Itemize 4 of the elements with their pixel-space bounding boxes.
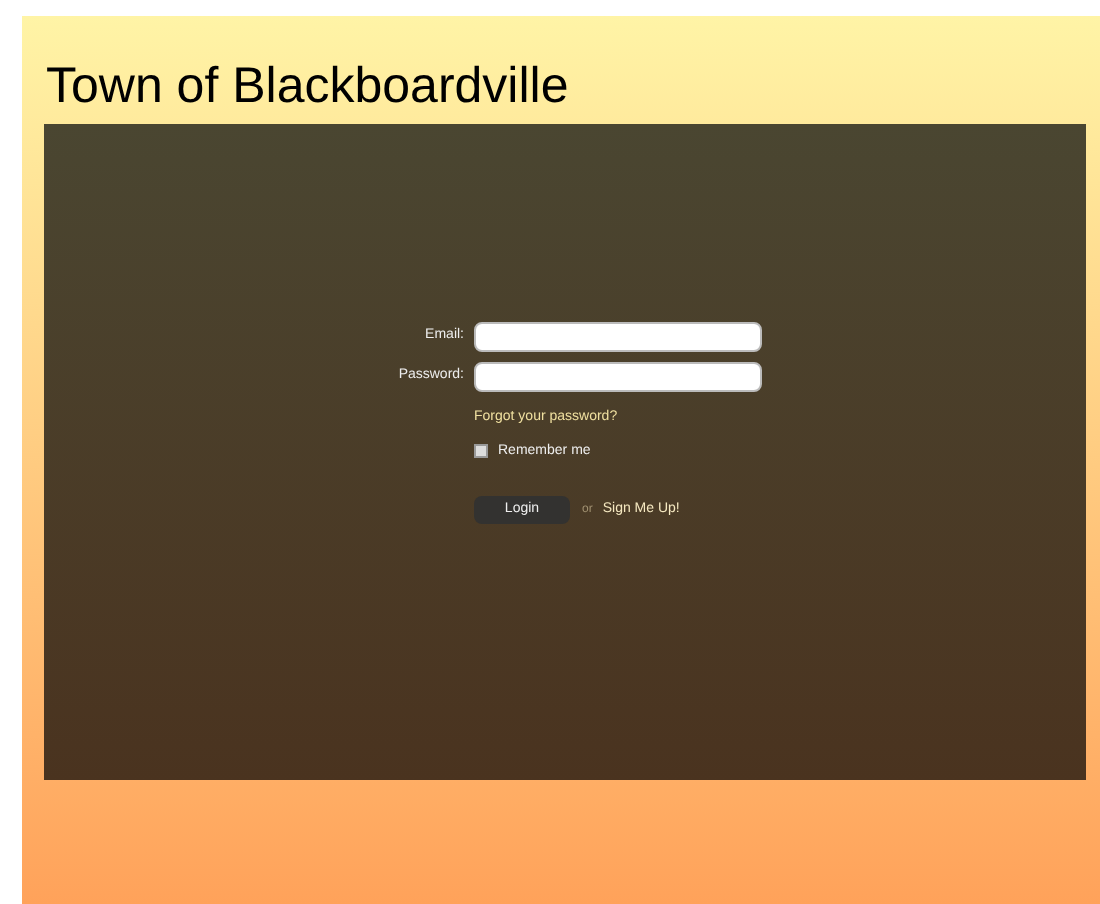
page-title: Town of Blackboardville [46,56,571,118]
remember-checkbox[interactable] [474,444,488,459]
input-field[interactable] [474,362,762,392]
input-field[interactable] [474,322,762,352]
